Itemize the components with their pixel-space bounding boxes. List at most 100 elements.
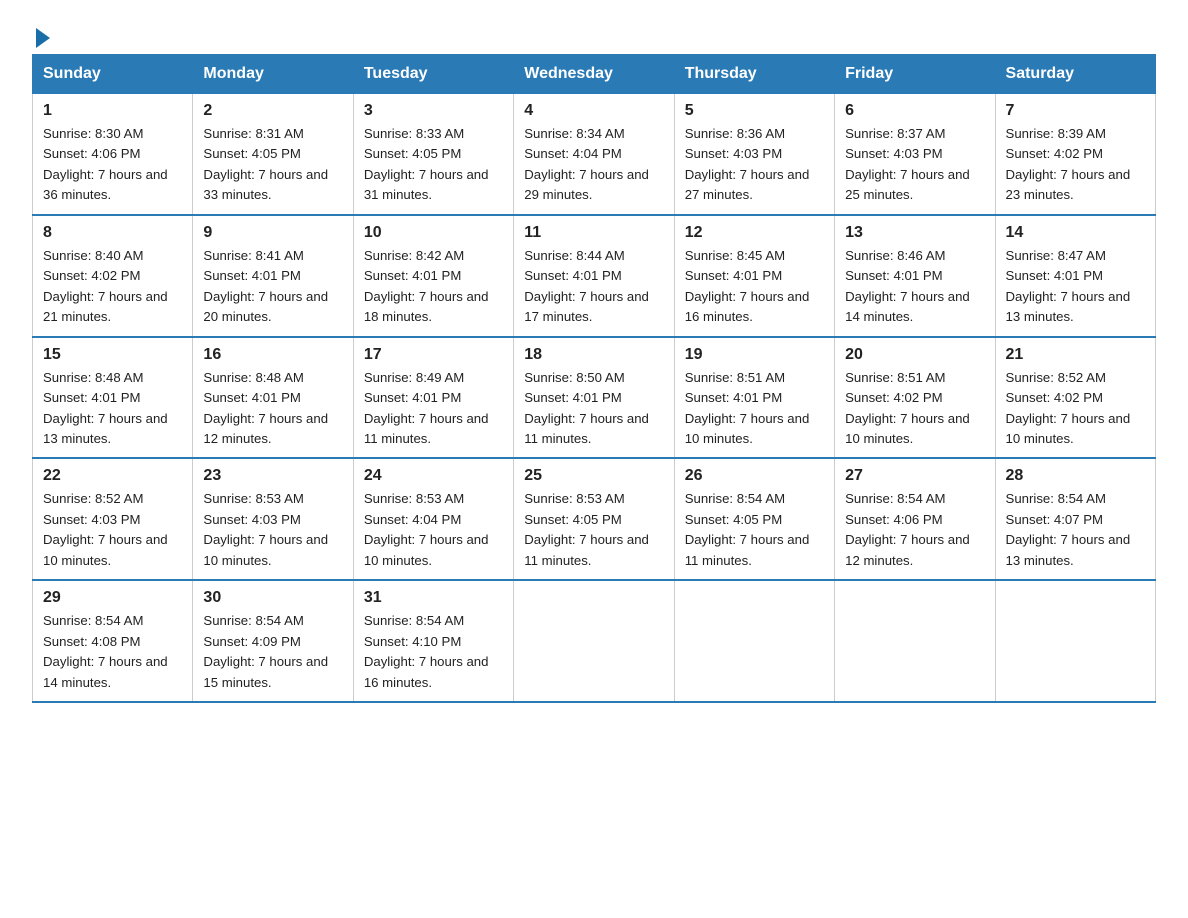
day-info: Sunrise: 8:52 AMSunset: 4:02 PMDaylight:…	[1006, 368, 1145, 450]
header-tuesday: Tuesday	[353, 55, 513, 94]
day-cell-7: 7Sunrise: 8:39 AMSunset: 4:02 PMDaylight…	[995, 94, 1155, 215]
day-cell-20: 20 Sunrise: 8:51 AMSunset: 4:02 PMDayligh…	[835, 337, 995, 459]
day-number: 6	[845, 102, 984, 120]
day-number: 14	[1006, 224, 1145, 242]
day-number: 24	[364, 467, 503, 485]
day-info: Sunrise: 8:48 AMSunset: 4:01 PMDaylight:…	[203, 368, 342, 450]
day-info: Sunrise: 8:46 AMSunset: 4:01 PMDaylight:…	[845, 246, 984, 328]
day-cell-27: 27Sunrise: 8:54 AMSunset: 4:06 PMDayligh…	[835, 458, 995, 580]
day-cell-24: 24 Sunrise: 8:53 AMSunset: 4:04 PMDayligh…	[353, 458, 513, 580]
day-info: Sunrise: 8:48 AMSunset: 4:01 PMDaylight:…	[43, 368, 182, 450]
day-number: 3	[364, 102, 503, 120]
logo-arrow-icon	[36, 28, 50, 48]
day-cell-15: 15 Sunrise: 8:48 AMSunset: 4:01 PMDayligh…	[33, 337, 193, 459]
day-info: Sunrise: 8:49 AMSunset: 4:01 PMDaylight:…	[364, 368, 503, 450]
day-info: Sunrise: 8:51 AMSunset: 4:02 PMDaylight:…	[845, 368, 984, 450]
day-cell-26: 26Sunrise: 8:54 AMSunset: 4:05 PMDayligh…	[674, 458, 834, 580]
day-cell-31: 31 Sunrise: 8:54 AMSunset: 4:10 PMDayligh…	[353, 580, 513, 702]
day-number: 30	[203, 589, 342, 607]
day-info: Sunrise: 8:53 AMSunset: 4:05 PMDaylight:…	[524, 489, 663, 571]
day-number: 5	[685, 102, 824, 120]
day-info: Sunrise: 8:37 AMSunset: 4:03 PMDaylight:…	[845, 124, 984, 206]
day-number: 20	[845, 346, 984, 364]
day-number: 15	[43, 346, 182, 364]
day-number: 27	[845, 467, 984, 485]
day-number: 17	[364, 346, 503, 364]
day-info: Sunrise: 8:40 AMSunset: 4:02 PMDaylight:…	[43, 246, 182, 328]
day-info: Sunrise: 8:45 AMSunset: 4:01 PMDaylight:…	[685, 246, 824, 328]
week-row-2: 8 Sunrise: 8:40 AMSunset: 4:02 PMDaylight…	[33, 215, 1156, 337]
day-cell-2: 2 Sunrise: 8:31 AMSunset: 4:05 PMDaylight…	[193, 94, 353, 215]
day-info: Sunrise: 8:39 AMSunset: 4:02 PMDaylight:…	[1006, 124, 1145, 206]
day-number: 16	[203, 346, 342, 364]
day-info: Sunrise: 8:31 AMSunset: 4:05 PMDaylight:…	[203, 124, 342, 206]
day-cell-25: 25 Sunrise: 8:53 AMSunset: 4:05 PMDayligh…	[514, 458, 674, 580]
empty-cell	[514, 580, 674, 702]
day-info: Sunrise: 8:41 AMSunset: 4:01 PMDaylight:…	[203, 246, 342, 328]
day-info: Sunrise: 8:54 AMSunset: 4:09 PMDaylight:…	[203, 611, 342, 693]
day-number: 9	[203, 224, 342, 242]
day-number: 12	[685, 224, 824, 242]
calendar-header-row: SundayMondayTuesdayWednesdayThursdayFrid…	[33, 55, 1156, 94]
day-cell-17: 17 Sunrise: 8:49 AMSunset: 4:01 PMDayligh…	[353, 337, 513, 459]
day-info: Sunrise: 8:42 AMSunset: 4:01 PMDaylight:…	[364, 246, 503, 328]
day-cell-12: 12 Sunrise: 8:45 AMSunset: 4:01 PMDayligh…	[674, 215, 834, 337]
day-number: 11	[524, 224, 663, 242]
day-cell-19: 19 Sunrise: 8:51 AMSunset: 4:01 PMDayligh…	[674, 337, 834, 459]
header-wednesday: Wednesday	[514, 55, 674, 94]
day-number: 8	[43, 224, 182, 242]
day-cell-23: 23 Sunrise: 8:53 AMSunset: 4:03 PMDayligh…	[193, 458, 353, 580]
day-info: Sunrise: 8:53 AMSunset: 4:03 PMDaylight:…	[203, 489, 342, 571]
day-cell-18: 18Sunrise: 8:50 AMSunset: 4:01 PMDayligh…	[514, 337, 674, 459]
day-cell-5: 5 Sunrise: 8:36 AMSunset: 4:03 PMDaylight…	[674, 94, 834, 215]
day-number: 29	[43, 589, 182, 607]
day-cell-14: 14 Sunrise: 8:47 AMSunset: 4:01 PMDayligh…	[995, 215, 1155, 337]
day-cell-4: 4 Sunrise: 8:34 AMSunset: 4:04 PMDaylight…	[514, 94, 674, 215]
day-cell-1: 1 Sunrise: 8:30 AMSunset: 4:06 PMDaylight…	[33, 94, 193, 215]
day-info: Sunrise: 8:50 AMSunset: 4:01 PMDaylight:…	[524, 368, 663, 450]
header-sunday: Sunday	[33, 55, 193, 94]
day-number: 26	[685, 467, 824, 485]
day-cell-9: 9 Sunrise: 8:41 AMSunset: 4:01 PMDaylight…	[193, 215, 353, 337]
header-saturday: Saturday	[995, 55, 1155, 94]
week-row-5: 29 Sunrise: 8:54 AMSunset: 4:08 PMDayligh…	[33, 580, 1156, 702]
day-number: 31	[364, 589, 503, 607]
day-info: Sunrise: 8:36 AMSunset: 4:03 PMDaylight:…	[685, 124, 824, 206]
day-info: Sunrise: 8:52 AMSunset: 4:03 PMDaylight:…	[43, 489, 182, 571]
day-info: Sunrise: 8:53 AMSunset: 4:04 PMDaylight:…	[364, 489, 503, 571]
week-row-4: 22 Sunrise: 8:52 AMSunset: 4:03 PMDayligh…	[33, 458, 1156, 580]
day-info: Sunrise: 8:54 AMSunset: 4:08 PMDaylight:…	[43, 611, 182, 693]
day-number: 10	[364, 224, 503, 242]
day-cell-13: 13 Sunrise: 8:46 AMSunset: 4:01 PMDayligh…	[835, 215, 995, 337]
day-number: 28	[1006, 467, 1145, 485]
empty-cell	[835, 580, 995, 702]
week-row-3: 15 Sunrise: 8:48 AMSunset: 4:01 PMDayligh…	[33, 337, 1156, 459]
day-info: Sunrise: 8:44 AMSunset: 4:01 PMDaylight:…	[524, 246, 663, 328]
empty-cell	[995, 580, 1155, 702]
day-cell-6: 6 Sunrise: 8:37 AMSunset: 4:03 PMDaylight…	[835, 94, 995, 215]
day-info: Sunrise: 8:34 AMSunset: 4:04 PMDaylight:…	[524, 124, 663, 206]
day-info: Sunrise: 8:33 AMSunset: 4:05 PMDaylight:…	[364, 124, 503, 206]
day-number: 22	[43, 467, 182, 485]
page-header	[32, 24, 1156, 44]
day-info: Sunrise: 8:51 AMSunset: 4:01 PMDaylight:…	[685, 368, 824, 450]
day-cell-3: 3 Sunrise: 8:33 AMSunset: 4:05 PMDaylight…	[353, 94, 513, 215]
day-number: 2	[203, 102, 342, 120]
day-info: Sunrise: 8:54 AMSunset: 4:07 PMDaylight:…	[1006, 489, 1145, 571]
day-number: 23	[203, 467, 342, 485]
day-cell-16: 16 Sunrise: 8:48 AMSunset: 4:01 PMDayligh…	[193, 337, 353, 459]
day-cell-10: 10 Sunrise: 8:42 AMSunset: 4:01 PMDayligh…	[353, 215, 513, 337]
day-number: 4	[524, 102, 663, 120]
day-number: 1	[43, 102, 182, 120]
day-info: Sunrise: 8:30 AMSunset: 4:06 PMDaylight:…	[43, 124, 182, 206]
day-number: 25	[524, 467, 663, 485]
day-info: Sunrise: 8:47 AMSunset: 4:01 PMDaylight:…	[1006, 246, 1145, 328]
day-number: 19	[685, 346, 824, 364]
header-friday: Friday	[835, 55, 995, 94]
day-cell-22: 22 Sunrise: 8:52 AMSunset: 4:03 PMDayligh…	[33, 458, 193, 580]
day-cell-11: 11 Sunrise: 8:44 AMSunset: 4:01 PMDayligh…	[514, 215, 674, 337]
day-info: Sunrise: 8:54 AMSunset: 4:10 PMDaylight:…	[364, 611, 503, 693]
day-number: 13	[845, 224, 984, 242]
day-cell-30: 30 Sunrise: 8:54 AMSunset: 4:09 PMDayligh…	[193, 580, 353, 702]
empty-cell	[674, 580, 834, 702]
